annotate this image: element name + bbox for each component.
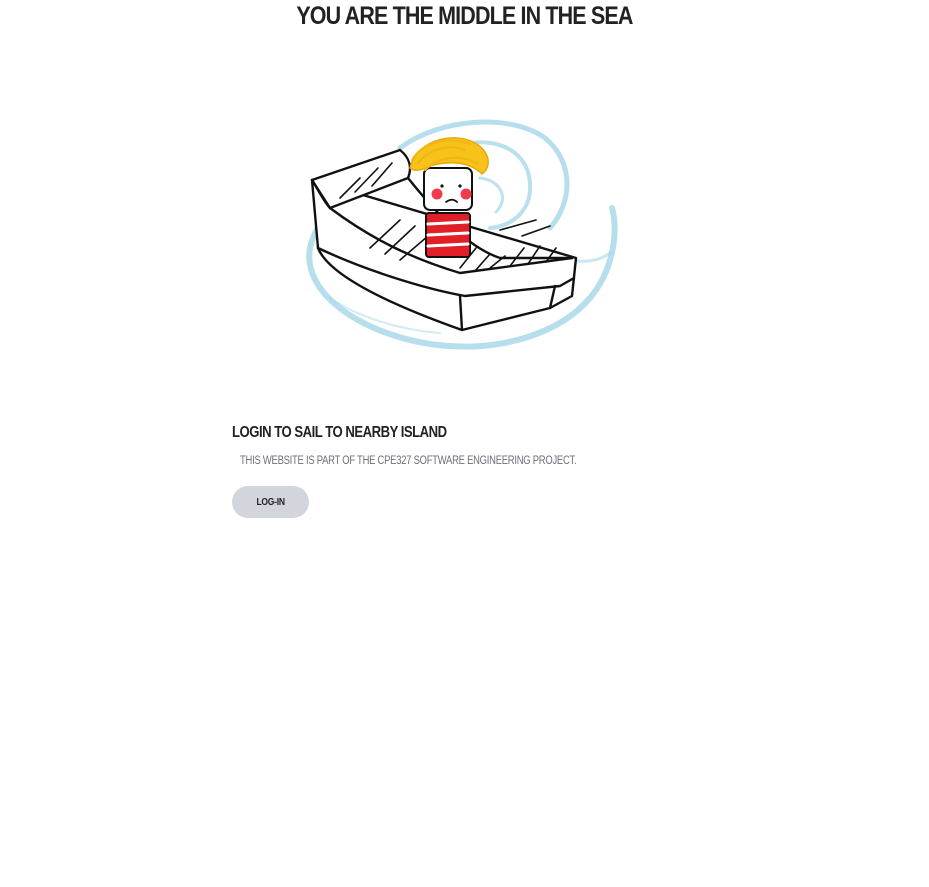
boat-illustration — [300, 108, 622, 358]
page-title: YOU ARE THE MIDDLE IN THE SEA — [296, 2, 633, 30]
login-button[interactable]: LOG-IN — [232, 486, 309, 518]
login-button-label: LOG-IN — [256, 496, 285, 508]
login-subtitle: LOGIN TO SAIL TO NEARBY ISLAND — [232, 424, 447, 441]
boy-in-boat-icon — [306, 119, 618, 350]
project-description: THIS WEBSITE IS PART OF THE CPE327 SOFTW… — [240, 455, 577, 467]
login-section: LOGIN TO SAIL TO NEARBY ISLAND THIS WEBS… — [232, 422, 692, 518]
